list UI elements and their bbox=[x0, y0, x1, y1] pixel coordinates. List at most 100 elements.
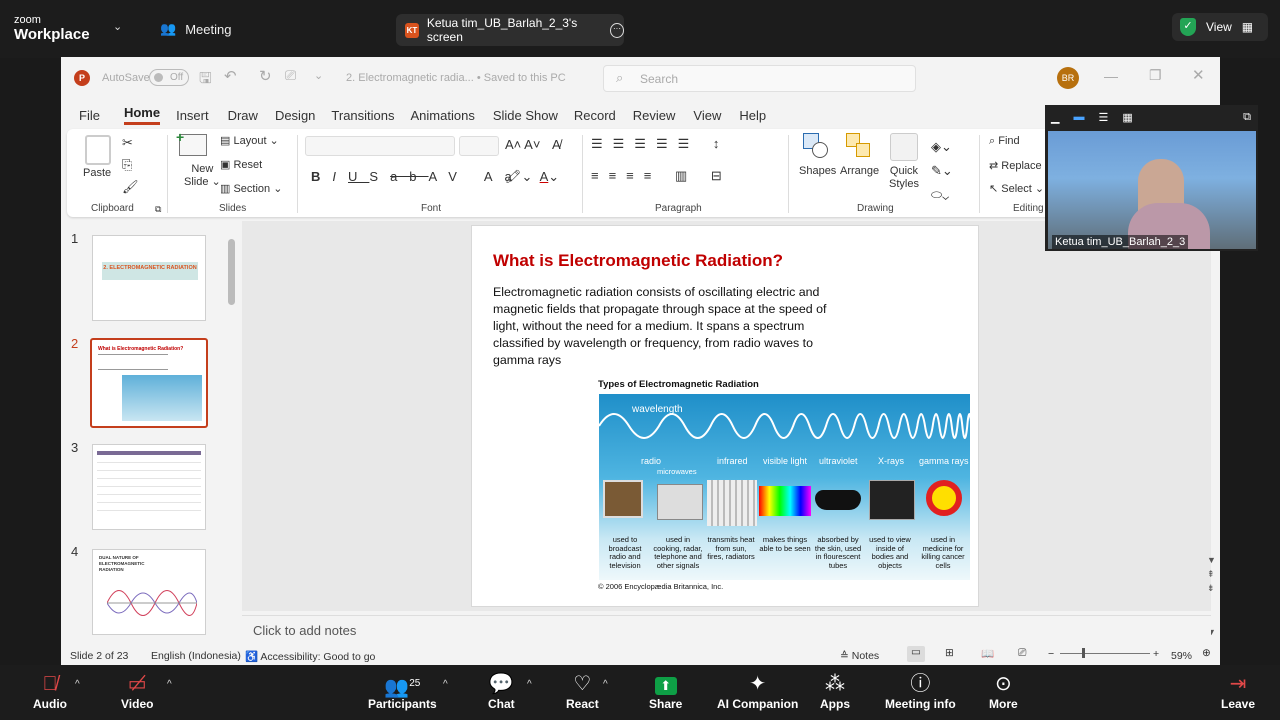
reset-button[interactable]: ▣ Reset bbox=[220, 158, 262, 171]
quick-styles-icon[interactable] bbox=[890, 133, 918, 161]
language-indicator[interactable]: English (Indonesia) bbox=[151, 650, 241, 662]
slide-title[interactable]: What is Electromagnetic Radiation? bbox=[493, 251, 783, 271]
tab-draw[interactable]: Draw bbox=[228, 108, 258, 123]
slide-sorter-icon[interactable]: ⊞ bbox=[945, 647, 954, 659]
tab-review[interactable]: Review bbox=[633, 108, 676, 123]
react-options-caret[interactable]: ^ bbox=[603, 679, 608, 690]
more-button[interactable]: ⊙ More bbox=[989, 671, 1018, 711]
search-input[interactable]: ⌕ Search bbox=[603, 65, 916, 92]
notes-pane[interactable]: Click to add notes bbox=[242, 615, 1211, 643]
fit-to-window-icon[interactable]: ⊕ bbox=[1202, 647, 1211, 659]
tab-insert[interactable]: Insert bbox=[176, 108, 209, 123]
arrange-icon[interactable] bbox=[846, 133, 872, 159]
highlight-and-color-buttons[interactable]: 🖍⌄ A⌄ bbox=[505, 169, 559, 185]
notes-button[interactable]: ≙ Notes bbox=[840, 650, 879, 662]
ai-companion-button[interactable]: ✦ AI Companion bbox=[717, 671, 798, 711]
new-slide-icon[interactable]: + bbox=[176, 129, 207, 156]
thumbnails-scrollbar[interactable] bbox=[228, 225, 235, 639]
slideshow-view-icon[interactable]: ⎚ bbox=[1018, 647, 1026, 660]
save-icon[interactable]: 🖫 bbox=[199, 68, 212, 93]
tab-slide-show[interactable]: Slide Show bbox=[493, 108, 558, 123]
video-button[interactable]: ▭̸ Video bbox=[121, 671, 153, 711]
apps-button[interactable]: ⁂ Apps bbox=[820, 671, 850, 711]
notes-placeholder[interactable]: Click to add notes bbox=[253, 623, 356, 638]
video-tile-controls[interactable]: ▁ ▬ ☰ ▦ ⧉ bbox=[1051, 111, 1251, 125]
copy-icon[interactable]: ⎘ bbox=[122, 157, 132, 173]
arrange-button[interactable]: Arrange bbox=[840, 165, 879, 177]
more-options-icon[interactable]: ··· bbox=[610, 22, 624, 38]
participants-options-caret[interactable]: ^ bbox=[443, 679, 448, 690]
shapes-button[interactable]: Shapes bbox=[799, 165, 836, 177]
chevron-down-icon[interactable]: ⌄ bbox=[113, 20, 122, 33]
layout-button[interactable]: ▤ Layout ⌄ bbox=[220, 134, 279, 147]
maximize-icon[interactable]: ❐ bbox=[1149, 67, 1162, 84]
tab-home[interactable]: Home bbox=[123, 105, 161, 125]
normal-view-icon[interactable]: ▭ bbox=[907, 646, 925, 662]
shared-screen-tab[interactable]: KT Ketua tim_UB_Barlah_2_3's screen ··· bbox=[396, 14, 624, 46]
audio-button[interactable]: 🎙̸ Audio bbox=[33, 671, 67, 711]
slide-thumbnail-3[interactable] bbox=[92, 444, 206, 530]
paste-icon[interactable] bbox=[85, 135, 111, 165]
zoom-level[interactable]: 59% bbox=[1171, 650, 1192, 662]
shape-format-buttons[interactable]: ◈⌄ ✎⌄ ⬭⌄ bbox=[931, 135, 953, 207]
replace-button[interactable]: ⇄ Replace bbox=[989, 159, 1042, 172]
tab-design[interactable]: Design bbox=[275, 108, 315, 123]
tab-view[interactable]: View bbox=[693, 108, 721, 123]
autosave-label: AutoSave bbox=[102, 72, 150, 84]
slide-thumbnail-2[interactable]: What is Electromagnetic Radiation? bbox=[90, 338, 208, 428]
tab-animations[interactable]: Animations bbox=[411, 108, 475, 123]
tab-transitions[interactable]: Transitions bbox=[331, 108, 394, 123]
video-options-caret[interactable]: ^ bbox=[167, 679, 172, 690]
slide-thumbnail-4[interactable]: DUAL NATURE OF ELECTROMAGNETIC RADIATION bbox=[92, 549, 206, 635]
cut-icon[interactable]: ✂ bbox=[122, 135, 133, 151]
zoom-out-icon[interactable]: − bbox=[1048, 648, 1054, 660]
reset-icon: ▣ bbox=[220, 159, 231, 171]
shapes-icon[interactable] bbox=[803, 133, 829, 159]
slide-thumbnail-1[interactable]: 2. ELECTROMAGNETIC RADIATION bbox=[92, 235, 206, 321]
user-avatar[interactable]: BR bbox=[1057, 67, 1079, 89]
zoom-in-icon[interactable]: + bbox=[1153, 648, 1159, 660]
format-painter-icon[interactable]: 🖌 bbox=[122, 179, 139, 195]
meeting-info-button[interactable]: ⓘ Meeting info bbox=[885, 671, 956, 711]
font-family-select[interactable] bbox=[305, 136, 455, 156]
participant-video-tile[interactable]: ▁ ▬ ☰ ▦ ⧉ Ketua tim_UB_Barlah_2_3 bbox=[1045, 105, 1258, 251]
spectrum-figure[interactable]: wavelength radio microwaves infrared vis… bbox=[599, 394, 970, 580]
canvas-scrollbar[interactable]: ▼ ⇞ ⇟ ▼ bbox=[1207, 247, 1216, 637]
find-button[interactable]: ⌕ Find bbox=[989, 135, 1020, 148]
undo-icon[interactable]: ↶ bbox=[224, 67, 237, 85]
present-icon[interactable]: ⎚ bbox=[285, 67, 296, 84]
close-icon[interactable]: ✕ bbox=[1192, 66, 1205, 84]
accessibility-status[interactable]: ♿ Accessibility: Good to go bbox=[245, 650, 375, 663]
chat-button[interactable]: 💬 Chat bbox=[488, 671, 515, 711]
share-button[interactable]: ⬆ Share bbox=[649, 671, 682, 711]
view-button[interactable]: ✓ View ▦ bbox=[1172, 13, 1268, 41]
font-size-select[interactable] bbox=[459, 136, 499, 156]
zoom-slider[interactable] bbox=[1060, 648, 1150, 658]
tab-help[interactable]: Help bbox=[739, 108, 766, 123]
font-size-controls[interactable]: A˄ A˅ A̸ bbox=[505, 137, 561, 152]
tab-record[interactable]: Record bbox=[574, 108, 616, 123]
quick-styles-button[interactable]: Quick Styles bbox=[889, 165, 919, 191]
list-and-indent-buttons[interactable]: ☰☰☰☰☰ ↕ bbox=[591, 136, 729, 152]
paste-button[interactable]: Paste bbox=[83, 167, 111, 179]
minimize-icon[interactable]: — bbox=[1104, 68, 1118, 84]
leave-button[interactable]: ⇥ Leave bbox=[1221, 671, 1255, 711]
new-slide-button[interactable]: New Slide ⌄ bbox=[184, 163, 221, 188]
section-button[interactable]: ▥ Section ⌄ bbox=[220, 182, 282, 195]
participants-button[interactable]: 👥25 Participants bbox=[368, 671, 437, 711]
redo-icon[interactable]: ↻ bbox=[259, 67, 272, 85]
autosave-toggle[interactable]: Off bbox=[149, 69, 189, 86]
font-style-buttons[interactable]: BIUSabAV Aa bbox=[311, 169, 524, 184]
meeting-menu[interactable]: 👥 Meeting bbox=[160, 21, 231, 37]
audio-options-caret[interactable]: ^ bbox=[75, 679, 80, 690]
dialog-launcher-icon[interactable]: ⧉ bbox=[155, 204, 161, 215]
customize-toolbar-icon[interactable]: ⌄ bbox=[314, 69, 323, 82]
slide[interactable]: What is Electromagnetic Radiation? Elect… bbox=[471, 225, 979, 607]
reading-view-icon[interactable]: 📖 bbox=[981, 647, 994, 660]
slide-body-text[interactable]: Electromagnetic radiation consists of os… bbox=[493, 284, 848, 369]
select-button[interactable]: ↖ Select ⌄ bbox=[989, 182, 1044, 195]
chat-options-caret[interactable]: ^ bbox=[527, 679, 532, 690]
react-button[interactable]: ♡ React bbox=[566, 671, 599, 711]
alignment-buttons[interactable]: ≡≡≡≡ ▥ ⊟ bbox=[591, 168, 732, 184]
tab-file[interactable]: File bbox=[79, 108, 100, 123]
